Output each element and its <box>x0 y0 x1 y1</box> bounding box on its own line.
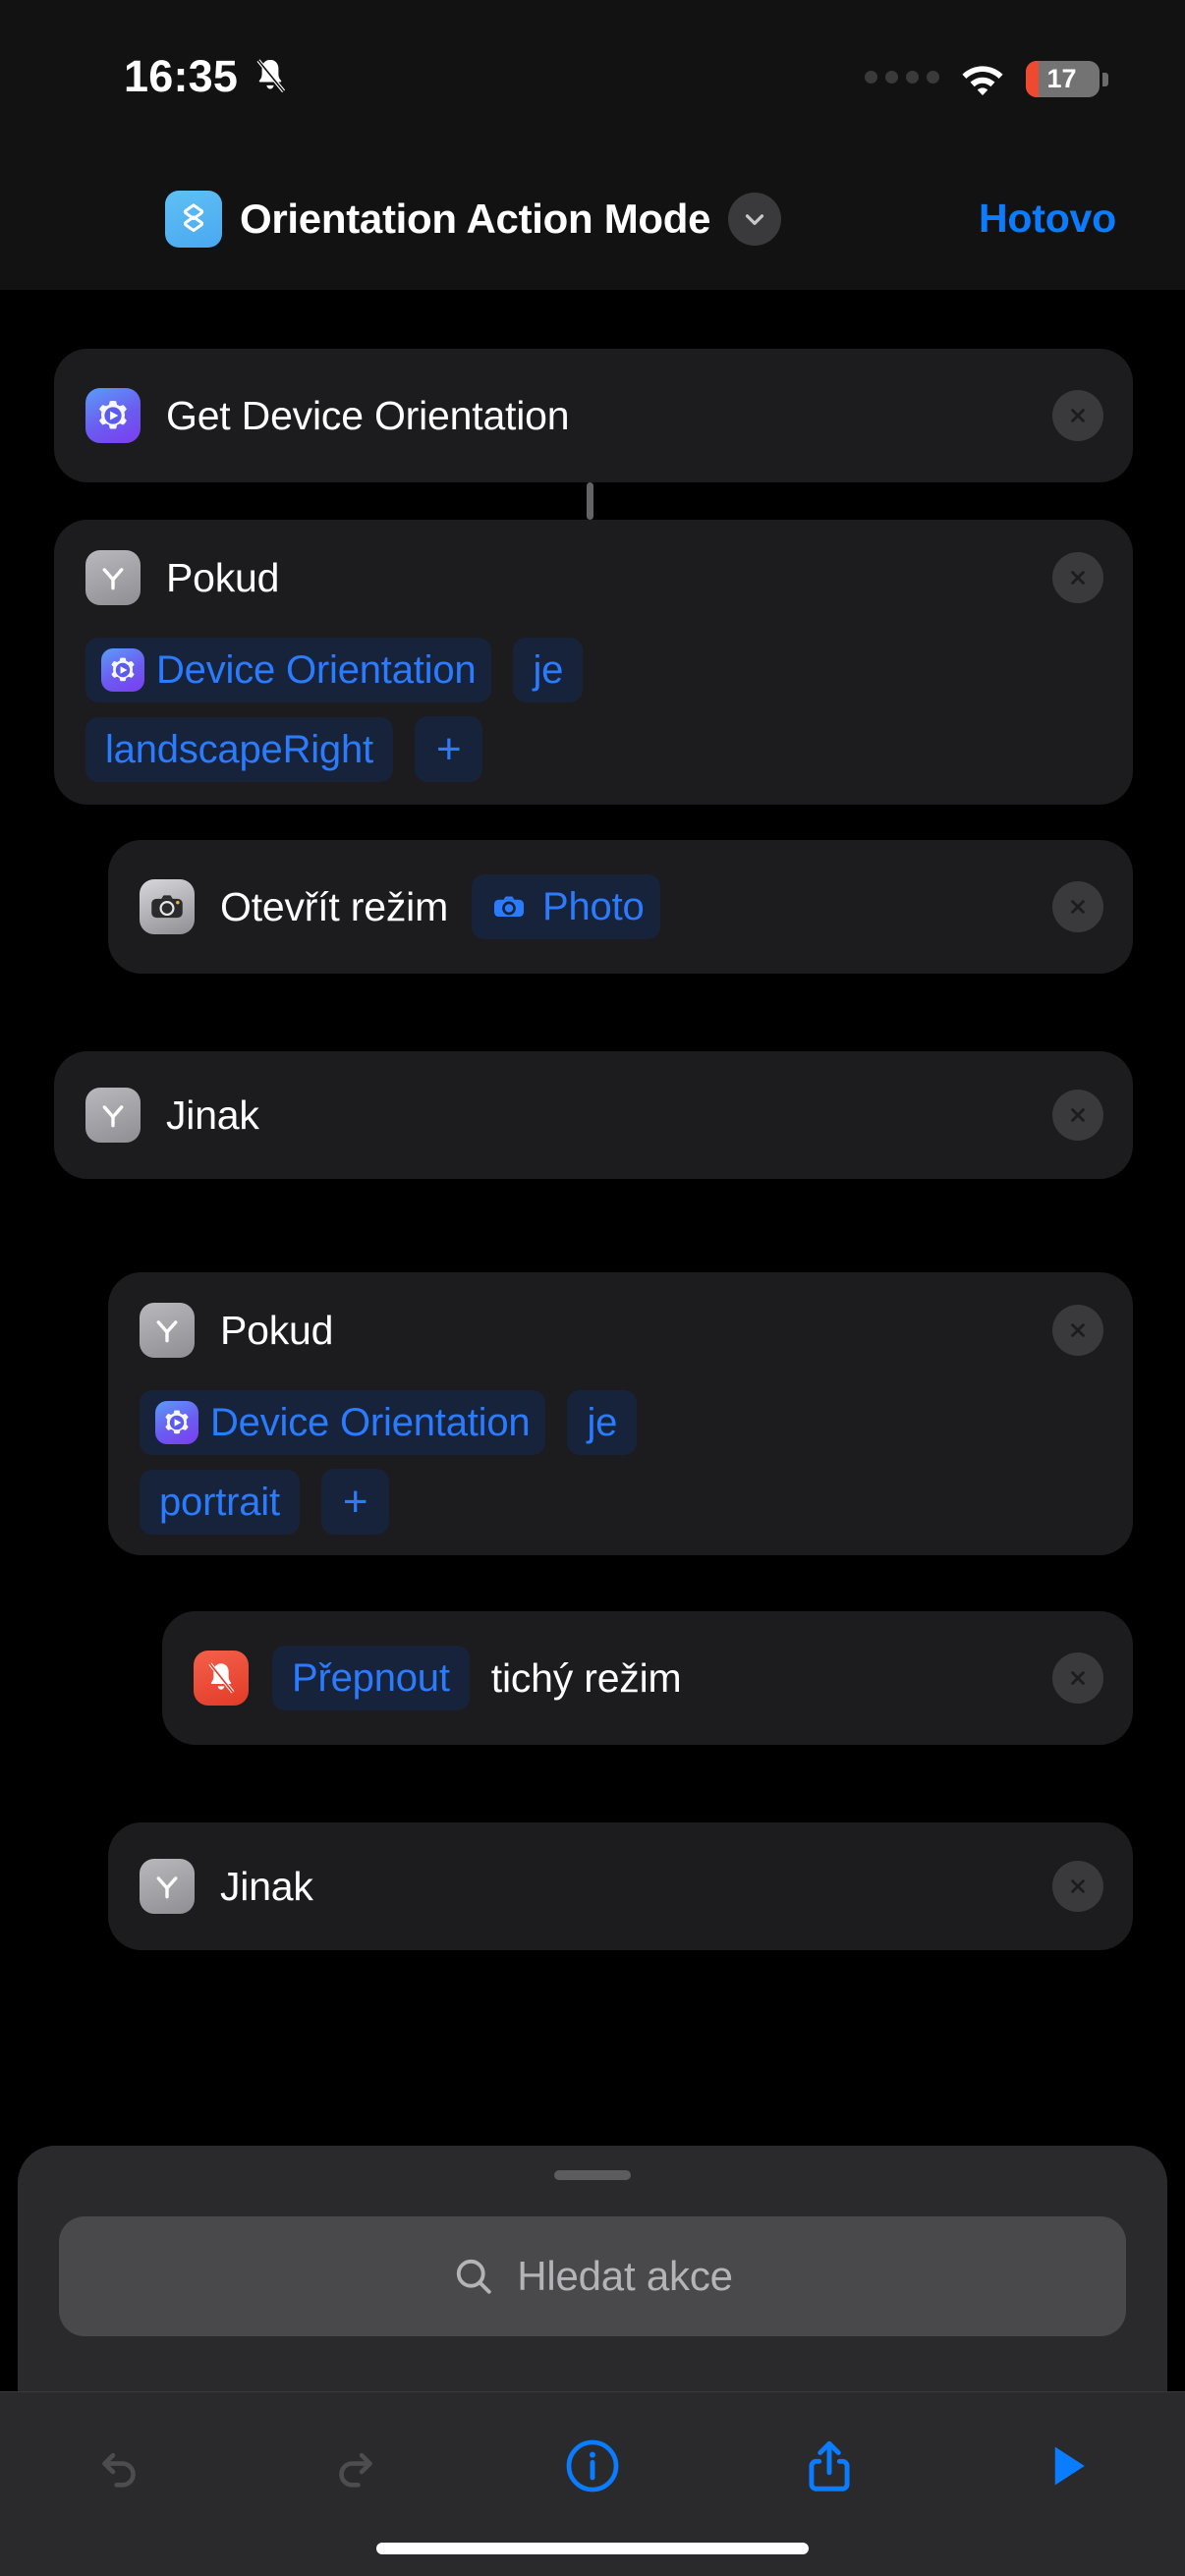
fork-branch-icon <box>140 1859 195 1914</box>
editor-toolbar <box>0 2391 1185 2576</box>
add-condition-button[interactable]: + <box>320 1469 390 1536</box>
action-title: Jinak <box>220 1863 313 1909</box>
wifi-icon <box>959 62 1006 97</box>
drag-handle[interactable] <box>554 2170 631 2180</box>
action-title: Get Device Orientation <box>166 392 570 438</box>
remove-action-button[interactable] <box>1052 1861 1103 1912</box>
camera-icon <box>140 879 195 934</box>
remove-action-button[interactable] <box>1052 552 1103 603</box>
done-button[interactable]: Hotovo <box>979 147 1116 290</box>
action-card-else-inner[interactable]: Jinak <box>108 1822 1133 1950</box>
condition-variable-label: Device Orientation <box>156 648 477 692</box>
action-library-sheet[interactable]: Hledat akce <box>18 2146 1167 2391</box>
search-icon <box>452 2255 495 2298</box>
condition-value-pill[interactable]: landscapeRight <box>85 716 393 782</box>
action-title: Pokud <box>166 554 280 600</box>
undo-button[interactable] <box>60 2412 178 2520</box>
remove-action-button[interactable] <box>1052 881 1103 932</box>
action-title: Otevřít režim <box>220 883 449 929</box>
condition-variable-pill[interactable]: Device Orientation <box>85 638 492 702</box>
search-placeholder: Hledat akce <box>517 2253 733 2299</box>
share-button[interactable] <box>770 2412 888 2520</box>
remove-action-button[interactable] <box>1052 1090 1103 1141</box>
condition-value-row: portrait + <box>108 1469 1133 1536</box>
status-bar-right: 17 <box>865 61 1108 97</box>
navigation-bar: Orientation Action Mode Hotovo <box>0 147 1185 290</box>
condition-value-pill[interactable]: portrait <box>140 1469 300 1535</box>
status-bar-left: 16:35 <box>124 54 289 98</box>
condition-variable-label: Device Orientation <box>210 1401 531 1444</box>
camera-blue-icon <box>487 885 531 928</box>
camera-mode-label: Photo <box>542 885 645 928</box>
action-card-open-camera-mode[interactable]: Otevřít režim Photo <box>108 840 1133 974</box>
add-condition-button[interactable]: + <box>414 716 483 783</box>
action-connector <box>587 482 593 520</box>
remove-action-button[interactable] <box>1052 1652 1103 1704</box>
remove-action-button[interactable] <box>1052 390 1103 441</box>
action-card-if-portrait[interactable]: Pokud Device Orientation je portrait + <box>108 1272 1133 1555</box>
battery-indicator: 17 <box>1026 61 1108 97</box>
battery-level: 17 <box>1046 64 1077 93</box>
action-card-get-device-orientation[interactable]: Get Device Orientation <box>54 349 1133 482</box>
shortcut-title-group[interactable]: Orientation Action Mode <box>165 147 782 290</box>
bell-slash-red-icon <box>194 1651 249 1706</box>
gear-play-icon <box>155 1401 198 1444</box>
action-card-if-landscape-right[interactable]: Pokud Device Orientation je landscapeRig… <box>54 520 1133 805</box>
fork-branch-icon <box>140 1303 195 1358</box>
action-card-toggle-silent-mode[interactable]: Přepnout tichý režim <box>162 1611 1133 1745</box>
bell-slash-icon <box>252 56 289 97</box>
cellular-dots-icon <box>865 71 939 87</box>
condition-operator-pill[interactable]: je <box>513 638 584 702</box>
gear-play-icon <box>101 648 144 692</box>
fork-branch-icon <box>85 1088 141 1143</box>
toggle-verb-pill[interactable]: Přepnout <box>272 1646 470 1710</box>
chevron-down-icon[interactable] <box>728 192 782 246</box>
page-title: Orientation Action Mode <box>240 195 711 242</box>
status-bar: 16:35 17 <box>0 0 1185 147</box>
action-title: Jinak <box>166 1092 259 1138</box>
info-button[interactable] <box>534 2412 651 2520</box>
condition-value-row: landscapeRight + <box>54 716 1133 783</box>
camera-mode-pill[interactable]: Photo <box>472 874 660 939</box>
condition-row: Device Orientation je <box>54 638 1133 702</box>
condition-variable-pill[interactable]: Device Orientation <box>140 1390 546 1455</box>
gear-play-icon <box>85 388 141 443</box>
run-button[interactable] <box>1007 2412 1125 2520</box>
clock: 16:35 <box>124 51 239 101</box>
fork-branch-icon <box>85 550 141 605</box>
home-indicator <box>376 2543 809 2554</box>
condition-row: Device Orientation je <box>108 1390 1133 1455</box>
battery-cap-icon <box>1102 72 1108 86</box>
remove-action-button[interactable] <box>1052 1305 1103 1356</box>
shortcuts-icon <box>165 190 222 248</box>
action-title: Pokud <box>220 1307 334 1353</box>
redo-button[interactable] <box>297 2412 415 2520</box>
condition-operator-pill[interactable]: je <box>567 1390 638 1455</box>
action-title-suffix: tichý režim <box>490 1654 682 1701</box>
action-list-canvas: Get Device Orientation Pokud Device Orie… <box>0 290 1185 2098</box>
search-input[interactable]: Hledat akce <box>59 2216 1126 2336</box>
action-card-else-outer[interactable]: Jinak <box>54 1051 1133 1179</box>
shortcuts-editor-screen: 16:35 17 Orientation Action Mode Hotovo … <box>0 0 1185 2576</box>
